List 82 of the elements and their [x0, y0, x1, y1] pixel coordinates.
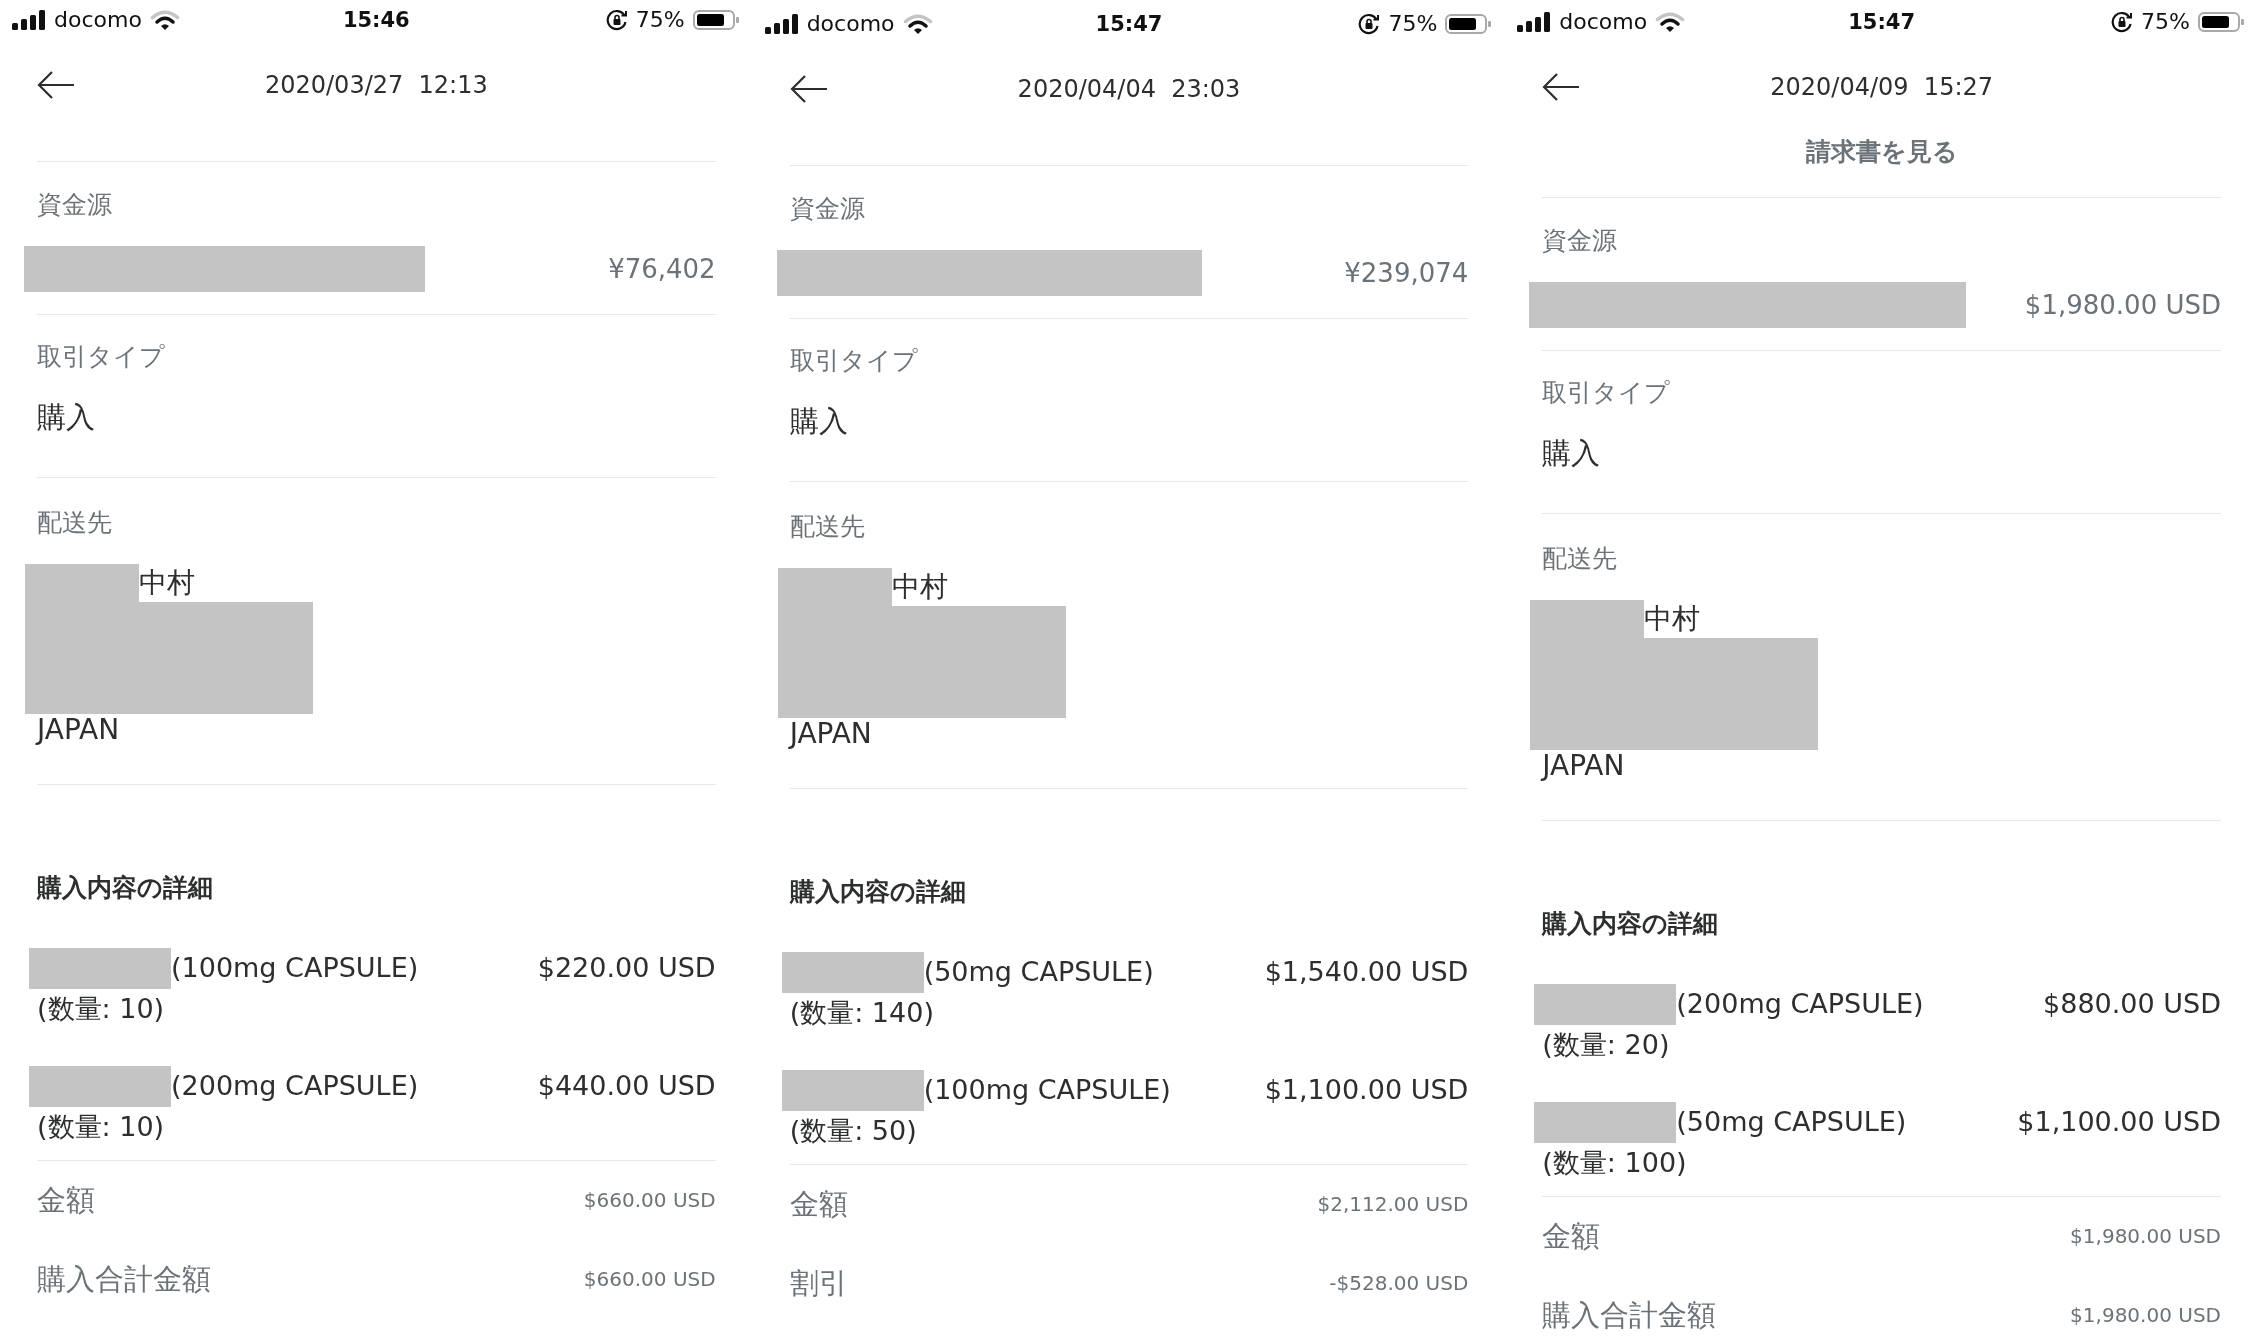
- fund-amount: ¥239,074: [1344, 256, 1469, 290]
- battery-percentage: 75%: [635, 9, 685, 31]
- product-name: (100mg CAPSULE): [923, 1073, 1171, 1108]
- invoice-link[interactable]: 請求書を見る: [1805, 134, 1958, 170]
- summary-label: 金額: [1542, 1218, 1601, 1255]
- summary-value: $660.00 USD: [583, 1187, 716, 1214]
- item-quantity: (数量: 100): [1542, 1146, 1688, 1180]
- recipient-name: 中村: [139, 565, 195, 601]
- orientation-lock-icon: [605, 9, 628, 31]
- transaction-type-value: 購入: [37, 399, 96, 435]
- orientation-lock-icon: [2111, 11, 2134, 33]
- summary-value: $2,112.00 USD: [1317, 1191, 1469, 1218]
- product-name: (200mg CAPSULE): [171, 1069, 419, 1104]
- wifi-icon: [902, 13, 933, 35]
- summary-label: 金額: [37, 1182, 95, 1219]
- summary-label: 金額: [789, 1186, 848, 1223]
- section-label: 配送先: [1542, 543, 1619, 575]
- section-label: 配送先: [37, 507, 113, 539]
- wifi-icon: [1655, 11, 1686, 33]
- fund-amount: ¥76,402: [608, 252, 716, 286]
- fund-amount: $1,980.00 USD: [2024, 288, 2221, 322]
- recipient-name: 中村: [891, 569, 948, 605]
- country-name: JAPAN: [1542, 750, 1626, 782]
- product-name: (50mg CAPSULE): [1676, 1105, 1907, 1140]
- date-time-title: 2020/04/09 15:27: [1770, 72, 1994, 103]
- back-arrow-icon[interactable]: [1542, 72, 1581, 102]
- signal-bars-icon: [12, 10, 46, 30]
- details-heading: 購入内容の詳細: [789, 876, 967, 908]
- clock-time: 15:47: [1095, 13, 1163, 35]
- product-name: (200mg CAPSULE): [1676, 987, 1924, 1022]
- item-quantity: (数量: 10): [37, 1110, 166, 1144]
- item-price: $1,100.00 USD: [1264, 1073, 1469, 1108]
- summary-value: -$528.00 USD: [1329, 1270, 1469, 1297]
- back-arrow-icon[interactable]: [37, 70, 75, 100]
- item-quantity: (数量: 20): [1542, 1028, 1671, 1062]
- section-label: 取引タイプ: [37, 341, 166, 373]
- item-price: $440.00 USD: [537, 1069, 716, 1104]
- item-quantity: (数量: 50): [789, 1114, 918, 1148]
- clock-time: 15:47: [1848, 11, 1916, 33]
- signal-bars-icon: [764, 14, 799, 34]
- country-name: JAPAN: [37, 714, 121, 746]
- summary-label: 購入合計金額: [1542, 1297, 1717, 1334]
- product-name: (100mg CAPSULE): [171, 951, 419, 986]
- item-quantity: (数量: 140): [789, 996, 935, 1030]
- battery-icon: [1445, 13, 1494, 35]
- carrier-name: docomo: [806, 13, 895, 35]
- date-time-title: 2020/04/04 23:03: [1017, 74, 1241, 105]
- recipient-name: 中村: [1644, 601, 1701, 637]
- summary-label: 購入合計金額: [37, 1261, 211, 1298]
- section-label: 取引タイプ: [789, 345, 919, 377]
- section-label: 資金源: [789, 193, 866, 225]
- item-price: $1,100.00 USD: [2017, 1105, 2221, 1140]
- details-heading: 購入内容の詳細: [37, 872, 214, 904]
- section-label: 取引タイプ: [1542, 377, 1672, 409]
- summary-value: $660.00 USD: [583, 1266, 716, 1293]
- wifi-icon: [149, 9, 180, 31]
- orientation-lock-icon: [1358, 13, 1381, 35]
- clock-time: 15:46: [342, 9, 410, 31]
- carrier-name: docomo: [1559, 11, 1648, 33]
- date-time-title: 2020/03/27 12:13: [264, 70, 488, 101]
- product-name: (50mg CAPSULE): [923, 955, 1154, 990]
- carrier-name: docomo: [54, 9, 142, 31]
- back-arrow-icon[interactable]: [789, 74, 828, 104]
- item-price: $220.00 USD: [537, 951, 716, 986]
- battery-percentage: 75%: [2141, 11, 2190, 33]
- summary-value: $1,980.00 USD: [2070, 1223, 2221, 1250]
- section-label: 配送先: [789, 511, 866, 543]
- signal-bars-icon: [1517, 12, 1552, 32]
- section-label: 資金源: [1542, 225, 1619, 257]
- country-name: JAPAN: [789, 718, 873, 750]
- summary-label: 割引: [789, 1265, 848, 1302]
- item-quantity: (数量: 10): [37, 992, 166, 1026]
- item-price: $880.00 USD: [2043, 987, 2221, 1022]
- item-price: $1,540.00 USD: [1264, 955, 1469, 990]
- summary-value: $1,980.00 USD: [2070, 1302, 2221, 1329]
- battery-icon: [2198, 11, 2246, 33]
- battery-icon: [692, 9, 741, 31]
- section-label: 資金源: [37, 189, 113, 221]
- transaction-type-value: 購入: [789, 403, 849, 439]
- details-heading: 購入内容の詳細: [1542, 908, 1720, 940]
- transaction-type-value: 購入: [1542, 435, 1602, 471]
- battery-percentage: 75%: [1388, 13, 1438, 35]
